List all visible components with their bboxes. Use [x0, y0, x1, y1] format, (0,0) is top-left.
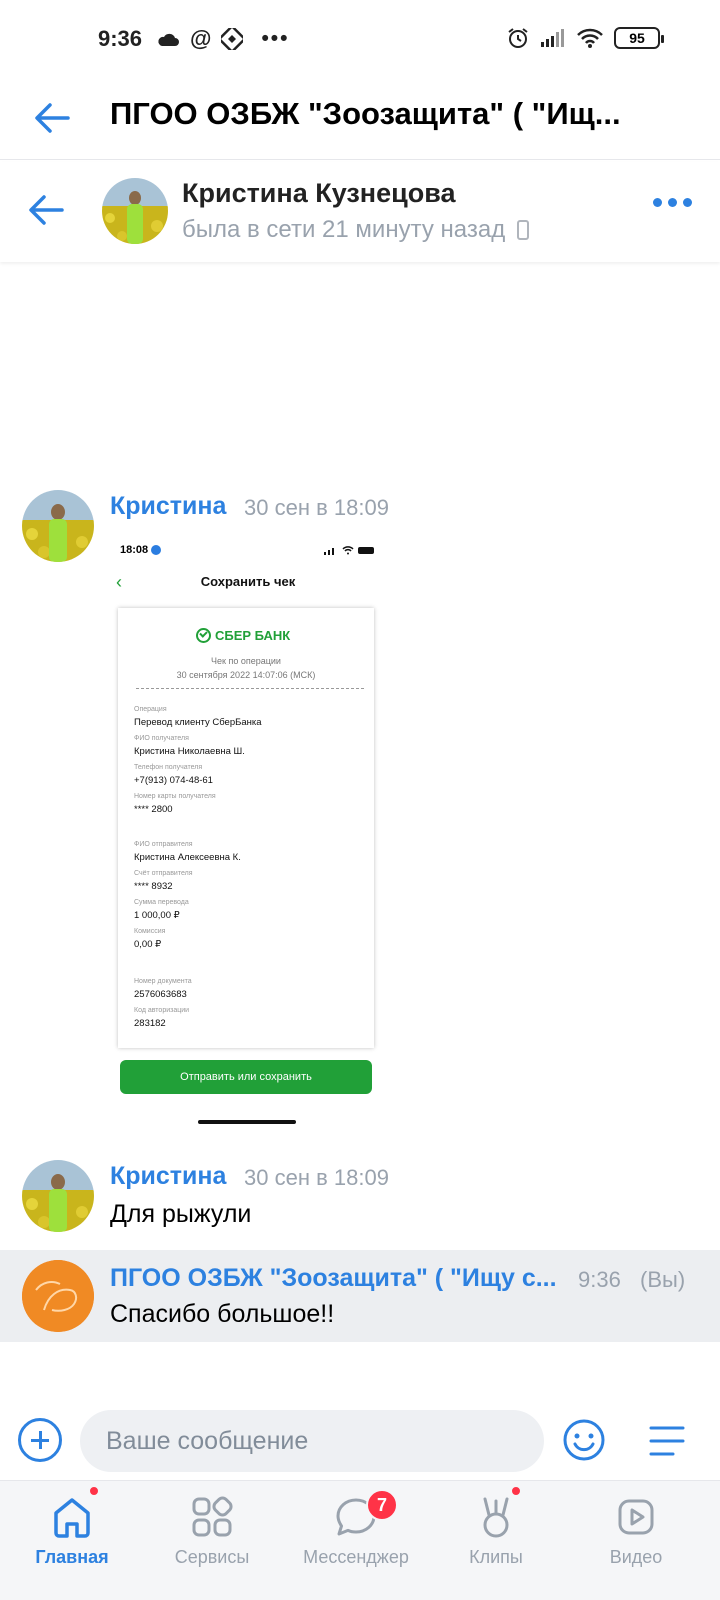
field-label: Счёт отправителя: [134, 870, 193, 877]
group-avatar[interactable]: [22, 1260, 94, 1332]
nav-services[interactable]: Сервисы: [140, 1481, 284, 1600]
nav-label: Клипы: [469, 1547, 523, 1567]
message-time: 30 сен в 18:09: [244, 1165, 389, 1190]
back-arrow-icon[interactable]: [32, 98, 72, 138]
field-value: 0,00 ₽: [134, 939, 162, 950]
field-label: Номер карты получателя: [134, 793, 216, 800]
field-label: Сумма перевода: [134, 899, 189, 906]
home-icon: [54, 1498, 90, 1538]
receipt-wifi-icon: [342, 546, 354, 555]
message-author[interactable]: Кристина: [110, 492, 226, 521]
receipt-datetime: 30 сентября 2022 14:07:06 (МСК): [176, 670, 316, 680]
field-value: +7(913) 074-48-61: [134, 775, 213, 786]
unread-badge: 7: [366, 1489, 398, 1521]
contact-name[interactable]: Кристина Кузнецова: [182, 178, 455, 209]
message-input[interactable]: [80, 1410, 544, 1472]
author-avatar[interactable]: [22, 1160, 94, 1232]
receipt-image[interactable]: 18:08 ‹ Сохранить чек СБЕР БАНК Чек по о…: [108, 530, 388, 1130]
status-time: 9:36: [98, 26, 143, 51]
field-value: 1 000,00 ₽: [134, 910, 180, 921]
contact-status: была в сети 21 минуту назад: [182, 216, 506, 243]
author-avatar[interactable]: [22, 490, 94, 562]
receipt-status-time: 18:08: [120, 544, 149, 556]
sber-logo-icon: [196, 628, 211, 643]
field-value: **** 8932: [134, 881, 173, 892]
send-or-save-button: Отправить или сохранить: [120, 1060, 372, 1094]
chat-header: Кристина Кузнецова была в сети 21 минуту…: [0, 162, 720, 262]
field-value: Кристина Николаевна Ш.: [134, 746, 245, 757]
receipt-screen-title: Сохранить чек: [200, 574, 296, 589]
nav-messenger[interactable]: 7 Мессенджер: [284, 1481, 428, 1600]
field-value: 283182: [134, 1018, 166, 1029]
field-label: ФИО получателя: [134, 735, 189, 742]
app-header: ПГОО ОЗБЖ "Зоозащита" ( "Ищ...: [0, 80, 720, 160]
message-text: Спасибо большое!!: [110, 1300, 335, 1328]
clips-icon: [483, 1497, 509, 1538]
nav-video[interactable]: Видео: [564, 1481, 708, 1600]
field-label: Телефон получателя: [134, 764, 203, 771]
nav-label: Сервисы: [174, 1547, 250, 1567]
field-label: Код авторизации: [134, 1007, 190, 1014]
receipt-header: Чек по операции: [211, 656, 281, 666]
divider: [136, 688, 364, 689]
nav-label: Видео: [609, 1547, 663, 1567]
nav-label: Мессенджер: [303, 1547, 409, 1567]
field-label: Операция: [134, 706, 167, 713]
field-value: 2576063683: [134, 989, 187, 1000]
field-label: Номер документа: [134, 978, 192, 985]
receipt-signal-icon: [324, 547, 334, 555]
field-label: Комиссия: [134, 928, 166, 935]
alarm-icon: [508, 28, 528, 48]
message-time: 30 сен в 18:09: [244, 495, 389, 520]
at-icon: @: [190, 26, 212, 51]
app-icon: [221, 28, 244, 50]
bottom-navigation: Главная Сервисы 7 Мессенджер Клипы Видео: [0, 1480, 720, 1600]
add-attachment-button[interactable]: [18, 1418, 62, 1462]
more-notifications-icon: •••: [261, 27, 290, 50]
services-icon: [192, 1496, 233, 1537]
message-item: Кристина 30 сен в 18:09 Для рыжули: [0, 1160, 720, 1240]
nav-home[interactable]: Главная: [0, 1481, 144, 1600]
battery-indicator: 95: [614, 27, 664, 49]
own-message-item: ПГОО ОЗБЖ "Зоозащита" ( "Ищу с... 9:36 (…: [0, 1250, 720, 1342]
wifi-icon: [577, 28, 603, 48]
message-author[interactable]: Кристина: [110, 1162, 226, 1191]
bank-name: СБЕР БАНК: [215, 628, 291, 643]
receipt-card: СБЕР БАНК Чек по операции 30 сентября 20…: [118, 608, 374, 1048]
nav-clips[interactable]: Клипы: [424, 1481, 568, 1600]
menu-lines-icon[interactable]: [648, 1424, 686, 1458]
status-bar: 9:36 @ ••• 95: [0, 0, 720, 80]
signal-icon: [541, 29, 564, 47]
receipt-battery-icon: [358, 547, 374, 554]
field-value: Кристина Алексеевна К.: [134, 852, 241, 863]
contact-avatar[interactable]: [102, 178, 168, 244]
emoji-icon[interactable]: [562, 1418, 606, 1462]
app-title: ПГОО ОЗБЖ "Зоозащита" ( "Ищ...: [110, 96, 621, 131]
field-value: **** 2800: [134, 804, 173, 815]
message-author[interactable]: ПГОО ОЗБЖ "Зоозащита" ( "Ищу с...: [110, 1264, 557, 1293]
message-text: Для рыжули: [110, 1200, 252, 1228]
cloud-icon: [158, 33, 179, 46]
more-options-icon[interactable]: [653, 198, 692, 207]
field-value: Перевод клиенту СберБанка: [134, 717, 262, 728]
nav-label: Главная: [35, 1547, 109, 1567]
notification-dot: [510, 1485, 522, 1497]
notification-dot: [88, 1485, 100, 1497]
home-indicator: [198, 1120, 296, 1124]
field-label: ФИО отправителя: [134, 841, 193, 848]
video-icon: [618, 1499, 654, 1535]
mobile-icon: [517, 220, 530, 240]
message-time: 9:36: [578, 1267, 621, 1292]
location-icon: [151, 545, 162, 555]
you-label: (Вы): [640, 1267, 686, 1292]
chat-back-arrow-icon[interactable]: [26, 190, 66, 230]
composer: [0, 1400, 720, 1480]
